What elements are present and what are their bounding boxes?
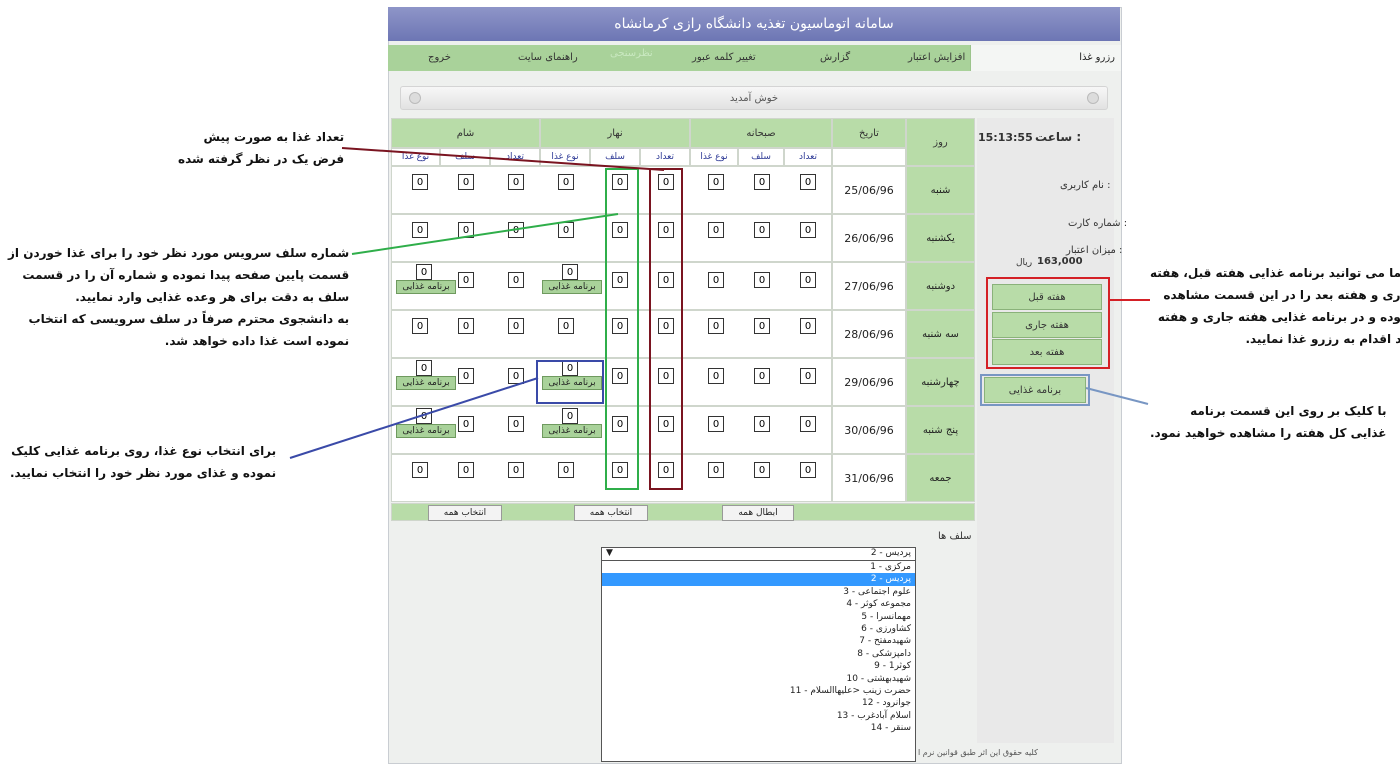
annotation-count-default: تعداد غذا به صورت پیش فرض یک در نظر گرفت… xyxy=(178,130,345,166)
annotation-food-type: برای انتخاب نوع غذا، روی برنامه غذایی کل… xyxy=(10,444,277,480)
annotation-self-number: شماره سلف سرویس مورد نظر خود را برای غذا… xyxy=(8,246,350,348)
annotation-food-program: با کلیک بر روی این قسمت برنامه غذایی کل … xyxy=(1150,404,1387,440)
annotation-lines xyxy=(289,147,1150,459)
annotation-weeks: شما می توانید برنامه غذایی هفته قبل، هفت… xyxy=(1150,266,1400,346)
